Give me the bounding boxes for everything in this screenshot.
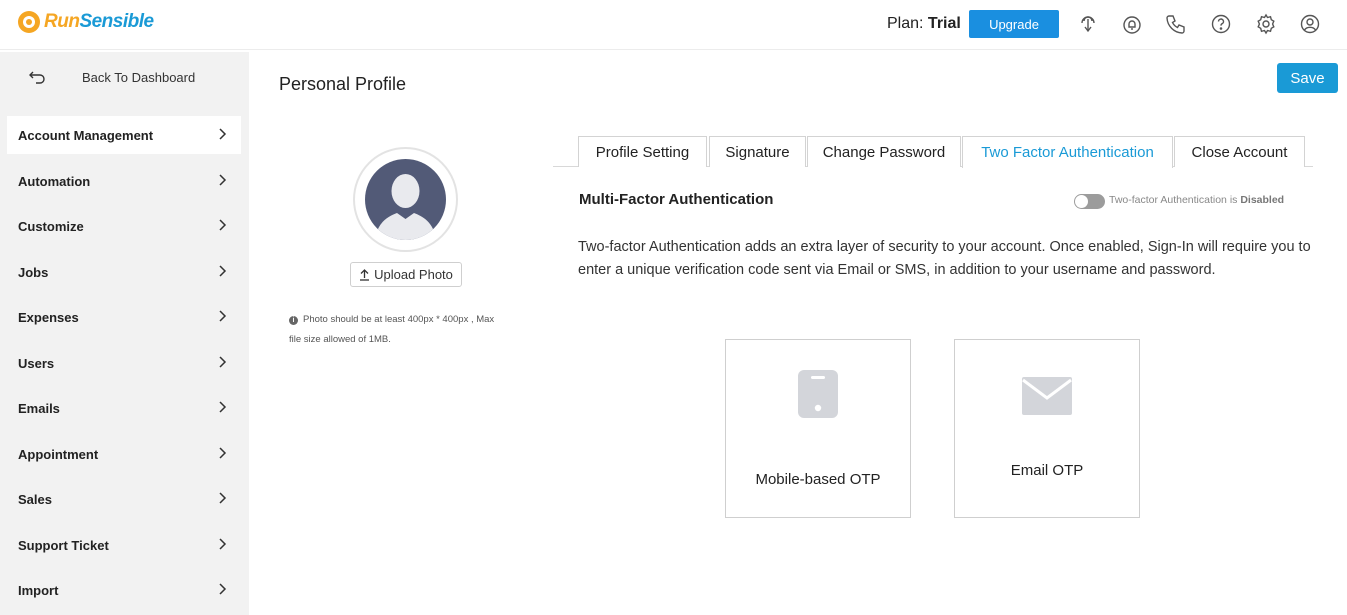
- plan-indicator: Plan: Trial: [887, 15, 961, 33]
- chevron-right-icon: [219, 265, 227, 277]
- sidebar-item-label: Customize: [18, 219, 84, 234]
- sidebar-item-support-ticket[interactable]: Support Ticket: [7, 526, 241, 564]
- sidebar-item-sales[interactable]: Sales: [7, 480, 241, 518]
- sidebar-item-appointment[interactable]: Appointment: [7, 435, 241, 473]
- mfa-section-title: Multi-Factor Authentication: [579, 191, 774, 208]
- sidebar-item-automation[interactable]: Automation: [7, 162, 241, 200]
- toggle-text-state: Disabled: [1240, 194, 1285, 206]
- chevron-right-icon: [219, 538, 227, 550]
- chevron-right-icon: [219, 401, 227, 413]
- chevron-right-icon: [219, 356, 227, 368]
- sidebar-item-users[interactable]: Users: [7, 344, 241, 382]
- profile-tabs: Profile Setting Signature Change Passwor…: [553, 136, 1313, 168]
- chevron-right-icon: [219, 447, 227, 459]
- chevron-right-icon: [219, 174, 227, 186]
- runsensible-logo[interactable]: RunSensible: [18, 11, 154, 33]
- photo-note-line2: file size allowed of 1MB.: [289, 334, 391, 345]
- sidebar-item-account-management[interactable]: Account Management: [7, 116, 241, 154]
- logo-mark-icon: [18, 11, 40, 33]
- logo-run-text: Run: [44, 11, 80, 32]
- photo-requirements-note: i Photo should be at least 400px * 400px …: [289, 310, 519, 350]
- help-icon[interactable]: [1210, 13, 1232, 35]
- sidebar-item-label: Expenses: [18, 310, 79, 325]
- mobile-icon: [798, 370, 838, 418]
- bell-icon[interactable]: [1121, 13, 1143, 35]
- tab-signature[interactable]: Signature: [709, 136, 806, 167]
- chevron-right-icon: [219, 583, 227, 595]
- tab-change-password[interactable]: Change Password: [807, 136, 961, 167]
- plan-value: Trial: [927, 15, 961, 32]
- top-header: RunSensible Plan: Trial Upgrade: [0, 0, 1347, 50]
- two-factor-status-text: Two-factor Authentication is Disabled: [1109, 194, 1284, 206]
- tab-profile-setting[interactable]: Profile Setting: [578, 136, 707, 167]
- save-button[interactable]: Save: [1277, 63, 1338, 93]
- logo-text: RunSensible: [44, 11, 154, 33]
- chevron-right-icon: [219, 492, 227, 504]
- back-to-dashboard-label: Back To Dashboard: [82, 70, 196, 85]
- sidebar-item-label: Automation: [18, 174, 91, 189]
- mfa-description: Two-factor Authentication adds an extra …: [578, 239, 1311, 278]
- logo-sensible-text: Sensible: [79, 11, 154, 32]
- sidebar-item-label: Appointment: [18, 447, 99, 462]
- plan-label: Plan:: [887, 15, 924, 32]
- sidebar-item-label: Account Management: [18, 128, 154, 143]
- two-factor-toggle[interactable]: [1074, 194, 1105, 209]
- upload-photo-button[interactable]: Upload Photo: [350, 262, 462, 287]
- toggle-text-prefix: Two-factor Authentication is: [1109, 194, 1238, 206]
- sidebar-item-import[interactable]: Import: [7, 571, 241, 609]
- email-otp-label: Email OTP: [1010, 462, 1084, 479]
- tab-two-factor-authentication[interactable]: Two Factor Authentication: [962, 136, 1173, 168]
- sidebar-item-jobs[interactable]: Jobs: [7, 253, 241, 291]
- mobile-otp-option[interactable]: Mobile-based OTP: [725, 339, 911, 518]
- envelope-icon: [1022, 377, 1072, 415]
- upload-icon: [360, 268, 370, 281]
- upgrade-button[interactable]: Upgrade: [969, 10, 1059, 38]
- touch-icon[interactable]: [1077, 13, 1099, 35]
- mobile-otp-label: Mobile-based OTP: [755, 471, 881, 488]
- sidebar-item-label: Import: [18, 583, 59, 598]
- sidebar-item-label: Support Ticket: [18, 538, 109, 553]
- back-to-dashboard-link[interactable]: Back To Dashboard: [0, 52, 249, 102]
- profile-icon[interactable]: [1299, 13, 1321, 35]
- settings-icon[interactable]: [1255, 13, 1277, 35]
- sidebar-item-emails[interactable]: Emails: [7, 389, 241, 427]
- chevron-right-icon: [219, 219, 227, 231]
- sidebar-item-label: Users: [18, 356, 55, 371]
- back-arrow-icon: [29, 71, 45, 84]
- chevron-right-icon: [219, 310, 227, 322]
- sidebar-item-label: Emails: [18, 401, 60, 416]
- avatar: [353, 147, 458, 252]
- photo-note-line1: Photo should be at least 400px * 400px ,…: [303, 314, 495, 325]
- phone-icon[interactable]: [1165, 13, 1187, 35]
- tab-close-account[interactable]: Close Account: [1174, 136, 1305, 167]
- email-otp-option[interactable]: Email OTP: [954, 339, 1140, 518]
- avatar-placeholder: [365, 159, 446, 240]
- sidebar-item-label: Sales: [18, 492, 52, 507]
- sidebar: Back To Dashboard Account Management Aut…: [0, 52, 249, 615]
- chevron-right-icon: [219, 128, 227, 140]
- user-silhouette-icon: [375, 174, 436, 240]
- upload-photo-label: Upload Photo: [374, 267, 453, 282]
- page-title: Personal Profile: [279, 74, 407, 94]
- sidebar-item-customize[interactable]: Customize: [7, 207, 241, 245]
- info-icon: i: [289, 316, 298, 325]
- sidebar-item-expenses[interactable]: Expenses: [7, 298, 241, 336]
- sidebar-item-label: Jobs: [18, 265, 49, 280]
